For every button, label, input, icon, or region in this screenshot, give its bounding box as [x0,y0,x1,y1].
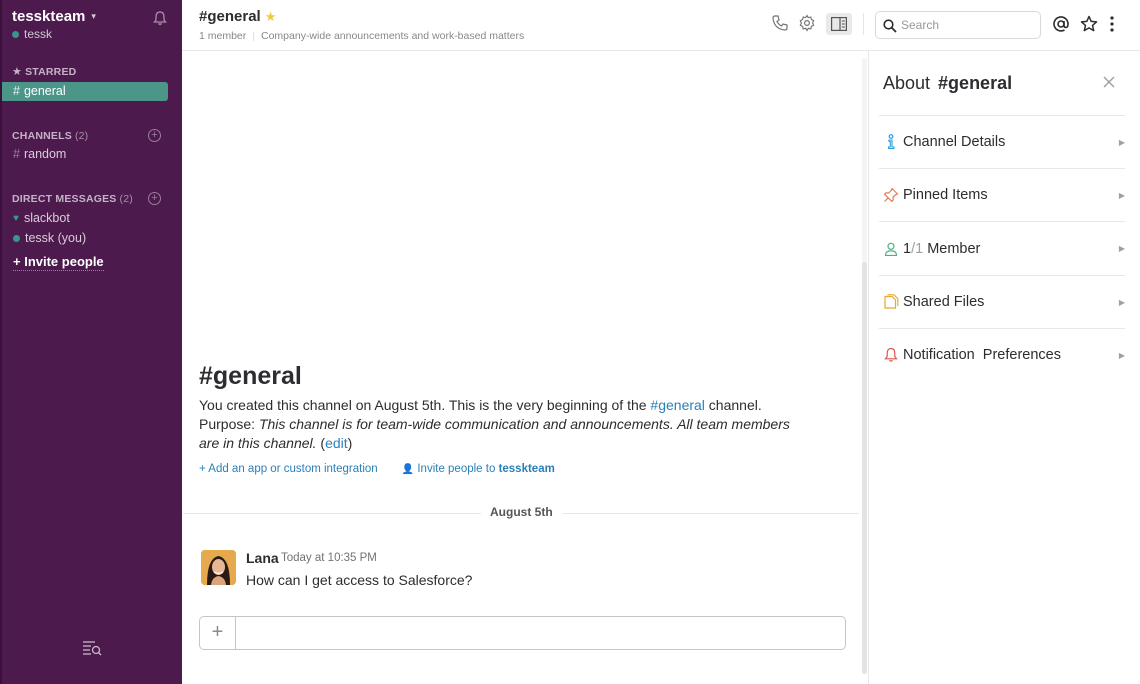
bell-icon [879,346,903,364]
sidebar: tesskteam ▾ tessk ★ STARRED # general CHA… [0,0,182,684]
chevron-right-icon: ▶ [1118,244,1125,253]
channels-section-label[interactable]: CHANNELS (2) [12,130,88,142]
online-dot-icon [13,234,20,242]
info-icon [879,133,903,151]
sidebar-item-random[interactable]: # random [2,145,168,164]
user-icon: 👤 [401,464,415,475]
invite-people-to-team-link[interactable]: 👤 Invite people to tesskteam [402,463,555,475]
message-input[interactable] [240,621,840,645]
search-input[interactable]: Search [875,11,1041,39]
panel-title: About #general [883,73,1013,93]
sidebar-item-general[interactable]: # general [2,82,168,101]
hash-icon: # [13,147,20,161]
members-item[interactable]: 1/1 Member ▶ [879,221,1125,275]
edit-purpose-link[interactable]: edit [325,435,348,451]
date-divider: August 5th [481,505,562,519]
invite-people-link[interactable]: + Invite people [13,254,104,271]
search-icon [883,19,897,33]
mentions-icon[interactable] [1052,15,1070,33]
chevron-right-icon: ▶ [1118,137,1125,147]
sidebar-item-slackbot[interactable]: ♥ slackbot [13,211,70,225]
hash-icon: # [13,84,20,98]
add-channel-button[interactable]: + [148,129,161,142]
scrollbar-thumb[interactable] [862,262,867,674]
team-switcher[interactable]: tesskteam ▾ [12,8,96,25]
attach-button[interactable]: + [200,617,236,649]
member-count[interactable]: 1 member [199,30,246,42]
bell-icon[interactable] [152,10,168,26]
header-divider [863,13,864,35]
message-timestamp[interactable]: Today at 10:35 PM [281,552,377,564]
sidebar-item-self[interactable]: tessk (you) [13,231,86,245]
message-composer: + [199,616,846,650]
add-app-link[interactable]: + Add an app or custom integration [199,463,378,475]
channel-details-panel: About #general Channel Details ▶ Pinned … [868,51,1140,684]
details-panel-toggle[interactable] [826,13,852,35]
heart-icon: ♥ [13,212,19,224]
channel-details-item[interactable]: Channel Details ▶ [879,115,1125,168]
starred-section-label: ★ STARRED [12,65,77,79]
avatar-image [201,550,236,585]
message-text: How can I get access to Salesforce? [246,572,473,588]
chevron-right-icon: ▶ [1118,297,1125,307]
chevron-right-icon: ▶ [1118,190,1125,200]
star-icon[interactable]: ★ [265,9,277,25]
user-presence[interactable]: tessk [12,27,52,41]
phone-icon[interactable] [771,14,789,32]
star-icon: ★ [12,66,23,78]
add-dm-button[interactable]: + [148,192,161,205]
user-name: tessk [24,27,53,41]
search-messages-icon[interactable] [82,640,102,656]
online-dot-icon [12,30,19,38]
more-icon[interactable] [1108,15,1116,33]
starred-items-icon[interactable] [1080,15,1098,33]
shared-files-item[interactable]: Shared Files ▶ [879,275,1125,328]
chevron-right-icon: ▶ [1118,350,1125,360]
meta-separator: | [252,30,255,42]
dm-section-label[interactable]: DIRECT MESSAGES (2) [12,193,133,205]
channel-header: #general ★ 1 member | Company-wide annou… [182,0,1140,51]
intro-text: You created this channel on August 5th. … [199,397,790,451]
channel-title[interactable]: #general ★ [199,8,276,25]
member-icon [879,240,903,258]
files-icon [879,293,903,311]
sidebar-panel-icon [831,17,847,31]
gear-icon[interactable] [798,14,816,32]
intro-title: #general [199,362,302,390]
pin-icon [879,186,903,204]
message-author[interactable]: Lana [246,550,279,566]
notification-preferences-item[interactable]: Notification Preferences ▶ [879,328,1125,381]
pinned-items-item[interactable]: Pinned Items ▶ [879,168,1125,221]
team-name: tesskteam [12,8,86,25]
avatar[interactable] [201,550,236,585]
intro-actions: + Add an app or custom integration 👤 Inv… [199,463,555,475]
close-icon[interactable] [1102,75,1116,89]
chevron-down-icon: ▾ [91,11,96,21]
channel-link[interactable]: #general [650,397,705,413]
channel-purpose: Company-wide announcements and work-base… [261,30,525,42]
channel-meta: 1 member | Company-wide announcements an… [199,30,524,42]
